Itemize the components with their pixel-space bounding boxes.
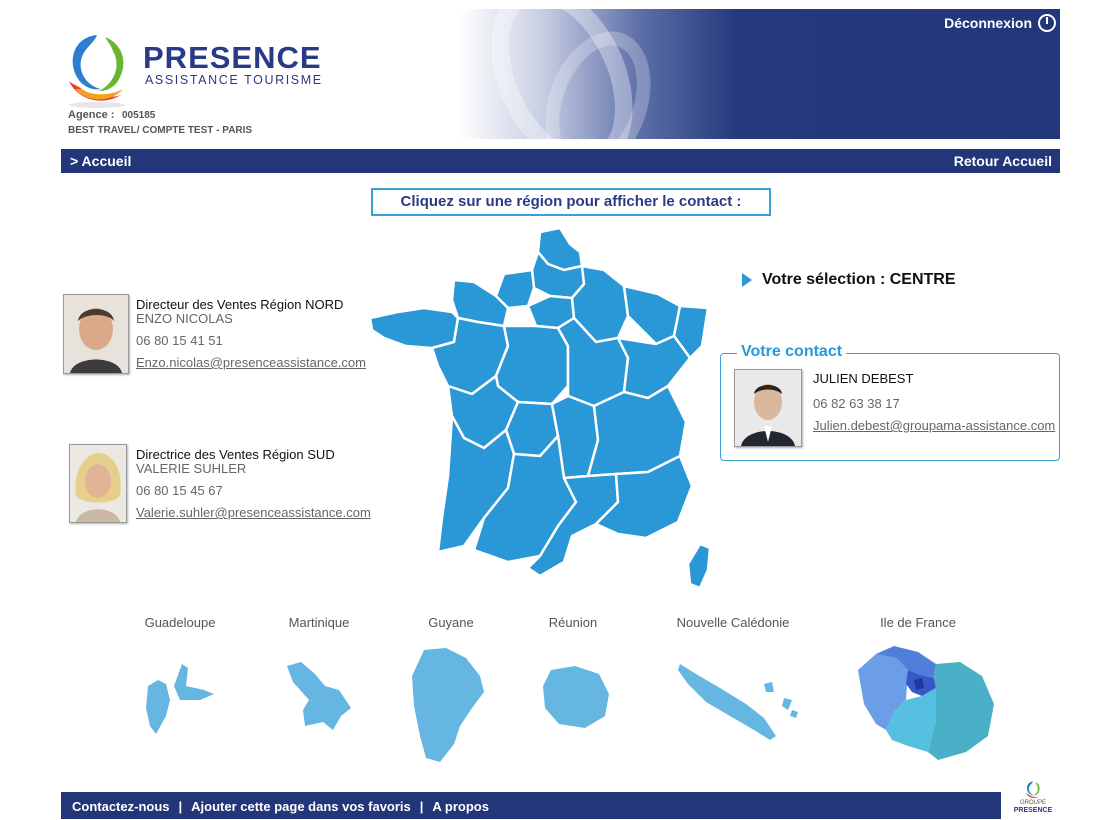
label-guadeloupe: Guadeloupe (144, 615, 216, 630)
header-banner: Déconnexion (459, 9, 1060, 139)
map-ile-de-france[interactable] (856, 644, 996, 762)
footer-links: Contactez-nous | Ajouter cette page dans v… (72, 799, 489, 814)
your-contact-box: Votre contact JULIEN DEBEST 06 82 63 38 … (720, 343, 1060, 461)
map-guyane[interactable] (410, 646, 486, 764)
logo-group-text: GROUPE (1019, 800, 1046, 806)
your-contact-phone: 06 82 63 38 17 (813, 396, 900, 411)
selection-label: Votre sélection : CENTRE (762, 271, 956, 288)
avatar-sud (69, 444, 127, 523)
agence-code: 005185 (122, 110, 156, 121)
map-nouvelle-caledonie[interactable] (676, 660, 800, 742)
avatar-your-contact (734, 369, 802, 447)
presence-logo-icon (1026, 781, 1040, 798)
brand-name: PRESENCE (143, 40, 322, 75)
footer-separator: | (419, 799, 424, 814)
agence-name: BEST TRAVEL/ COMPTE TEST - PARIS (68, 125, 253, 136)
contact-sud-name: VALERIE SUHLER (136, 461, 247, 476)
person-photo-icon (735, 370, 801, 446)
home-link[interactable]: > Accueil (70, 153, 131, 169)
contact-nord-name: ENZO NICOLAS (136, 311, 233, 326)
avatar-nord (63, 294, 129, 374)
your-contact-email-link[interactable]: Julien.debest@groupama-assistance.com (813, 418, 1055, 433)
region-franche-comte (616, 334, 692, 400)
map-martinique[interactable] (285, 660, 353, 732)
region-bretagne (368, 306, 460, 350)
logout-label: Déconnexion (944, 15, 1032, 31)
agence-label: Agence : (68, 109, 115, 121)
your-contact-name: JULIEN DEBEST (813, 371, 914, 386)
about-link[interactable]: A propos (432, 799, 489, 814)
presence-logo-icon (69, 35, 125, 108)
nav-bar: > Accueil Retour Accueil (61, 149, 1060, 173)
contact-us-link[interactable]: Contactez-nous (72, 799, 170, 814)
groupe-presence-logo: GROUPE PRESENCE (1007, 778, 1059, 819)
contact-sud-title: Directrice des Ventes Région SUD (136, 447, 335, 462)
label-ile-de-france: Ile de France (880, 615, 956, 630)
france-map[interactable] (368, 226, 714, 592)
logo-brand-text: PRESENCE (1013, 807, 1053, 814)
arrow-right-icon (742, 273, 752, 287)
header: PRESENCE ASSISTANCE TOURISME Agence : 00… (61, 9, 1060, 139)
logout-button[interactable]: Déconnexion (944, 14, 1056, 32)
map-guadeloupe[interactable] (144, 660, 216, 736)
label-nouvelle-caledonie: Nouvelle Calédonie (676, 615, 790, 630)
power-icon (1038, 14, 1056, 32)
footer-separator: | (178, 799, 183, 814)
back-home-link[interactable]: Retour Accueil (954, 153, 1052, 169)
contact-nord-phone: 06 80 15 41 51 (136, 333, 223, 348)
region-corse (686, 542, 712, 590)
person-photo-icon (64, 295, 128, 373)
label-martinique: Martinique (288, 615, 350, 630)
add-favorites-link[interactable]: Ajouter cette page dans vos favoris (191, 799, 411, 814)
brand-subtitle: ASSISTANCE TOURISME (145, 73, 323, 87)
region-lorraine (622, 284, 682, 346)
contact-nord-title: Directeur des Ventes Région NORD (136, 297, 344, 312)
contact-sud-email-link[interactable]: Valerie.suhler@presenceassistance.com (136, 505, 371, 520)
label-guyane: Guyane (428, 615, 474, 630)
instruction-box: Cliquez sur une région pour afficher le … (371, 188, 771, 216)
contact-sud-phone: 06 80 15 45 67 (136, 483, 223, 498)
label-reunion: Réunion (548, 615, 598, 630)
selection-indicator: Votre sélection : CENTRE (742, 271, 956, 289)
map-reunion[interactable] (541, 664, 611, 730)
contact-nord-email-link[interactable]: Enzo.nicolas@presenceassistance.com (136, 355, 366, 370)
person-photo-icon (70, 445, 126, 522)
your-contact-legend: Votre contact (737, 343, 847, 361)
footer-bar: Contactez-nous | Ajouter cette page dans v… (61, 792, 1001, 819)
